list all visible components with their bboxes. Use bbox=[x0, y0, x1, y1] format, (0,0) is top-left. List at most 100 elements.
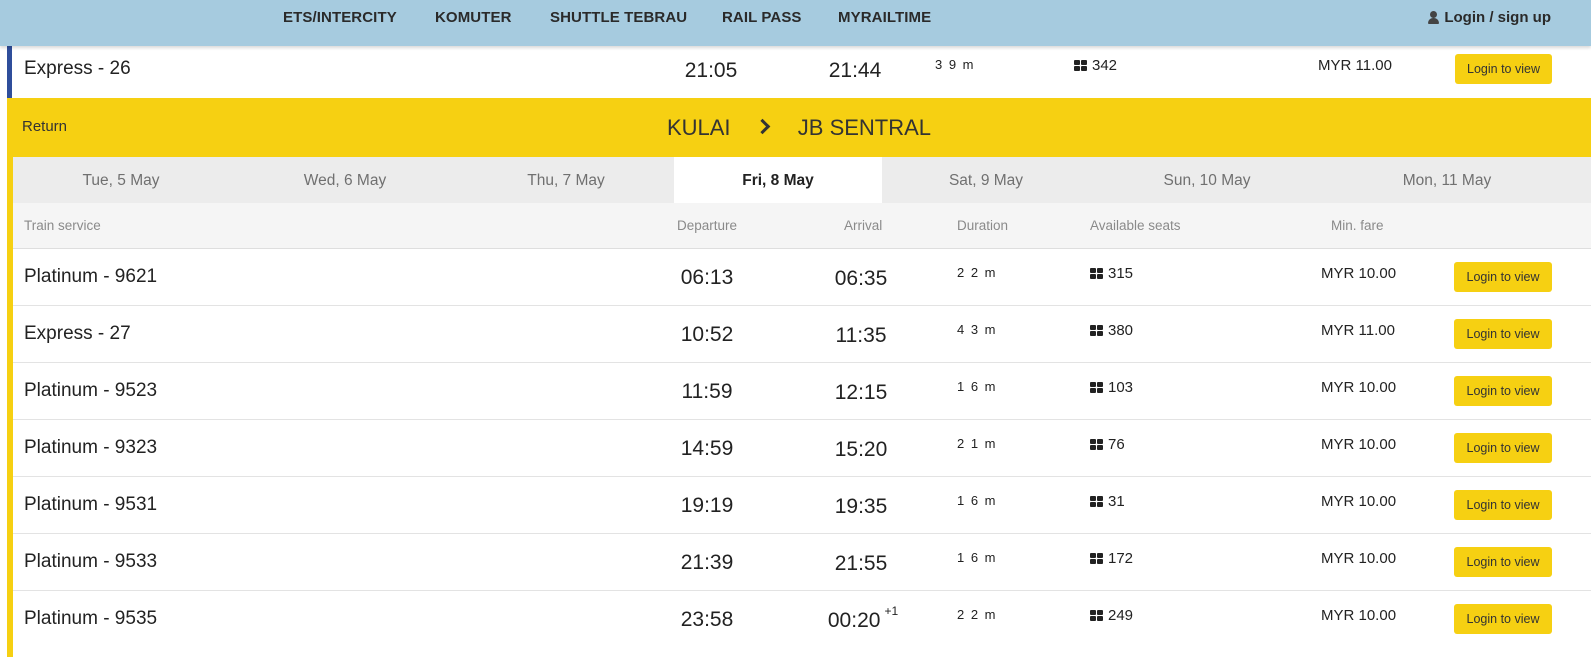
date-tab-thu-7-may[interactable]: Thu, 7 May bbox=[458, 157, 674, 203]
seat-count: 315 bbox=[1108, 265, 1134, 282]
date-tab-mon-11-may[interactable]: Mon, 11 May bbox=[1338, 157, 1556, 203]
arrival-time: 21:55 bbox=[823, 551, 903, 576]
arrival-time: 21:44 bbox=[828, 59, 882, 82]
arrival-time-value: 06:35 bbox=[834, 267, 888, 290]
login-to-view-button[interactable]: Login to view bbox=[1454, 319, 1552, 349]
available-seats: 315 bbox=[1090, 265, 1133, 282]
seat-icon bbox=[1090, 609, 1103, 622]
user-icon bbox=[1428, 11, 1440, 24]
origin-station: KULAI bbox=[666, 115, 731, 141]
column-header-available-seats: Available seats bbox=[1090, 218, 1181, 233]
duration: 3 9 m bbox=[935, 57, 976, 72]
login-to-view-button[interactable]: Login to view bbox=[1454, 376, 1552, 406]
nav-rail-pass[interactable]: RAIL PASS bbox=[722, 9, 802, 26]
column-header-min-fare: Min. fare bbox=[1331, 218, 1384, 233]
column-header-departure: Departure bbox=[677, 218, 738, 233]
table-row: Platinum - 9533 21:39 21:55 1 6 m 172 MY… bbox=[13, 534, 1591, 591]
duration: 1 6 m bbox=[957, 493, 998, 508]
top-navigation: ETS/INTERCITY KOMUTER SHUTTLE TEBRAU RAI… bbox=[0, 0, 1591, 46]
arrival-time-value: 21:55 bbox=[834, 552, 888, 575]
table-row: Platinum - 9323 14:59 15:20 2 1 m 76 MYR… bbox=[13, 420, 1591, 477]
arrival-time: 19:35 bbox=[823, 494, 903, 519]
date-tab-fri-8-may[interactable]: Fri, 8 May bbox=[674, 157, 882, 203]
arrival-time-value: 19:35 bbox=[834, 495, 888, 518]
table-row: Platinum - 9535 23:58 00:20 +1 2 2 m 249 … bbox=[13, 591, 1591, 657]
departure-time: 06:13 bbox=[680, 266, 734, 289]
seat-count: 249 bbox=[1108, 607, 1134, 624]
available-seats: 76 bbox=[1090, 436, 1125, 453]
date-tab-sat-9-may[interactable]: Sat, 9 May bbox=[882, 157, 1090, 203]
departure-time: 14:59 bbox=[680, 437, 734, 460]
login-to-view-button[interactable]: Login to view bbox=[1454, 547, 1552, 577]
date-tab-tue-5-may[interactable]: Tue, 5 May bbox=[13, 157, 229, 203]
chevron-right-icon bbox=[754, 118, 770, 134]
table-row: Platinum - 9621 06:13 06:35 2 2 m 315 MY… bbox=[13, 249, 1591, 306]
seat-count: 342 bbox=[1092, 57, 1118, 74]
available-seats: 103 bbox=[1090, 379, 1133, 396]
login-to-view-button[interactable]: Login to view bbox=[1454, 604, 1552, 634]
arrival-time: 11:35 bbox=[823, 323, 903, 348]
login-signup-label: Login / sign up bbox=[1444, 9, 1551, 26]
min-fare: MYR 10.00 bbox=[1321, 379, 1397, 396]
departure-section-bar bbox=[7, 46, 12, 98]
train-service-name: Platinum - 9533 bbox=[24, 551, 158, 572]
train-service-name: Express - 27 bbox=[24, 323, 131, 344]
seat-icon bbox=[1090, 267, 1103, 280]
train-service-name: Platinum - 9535 bbox=[24, 608, 158, 629]
arrival-time-value: 11:35 bbox=[835, 324, 887, 347]
min-fare: MYR 10.00 bbox=[1321, 607, 1397, 624]
arrival-time: 00:20 +1 bbox=[823, 604, 903, 633]
login-to-view-button[interactable]: Login to view bbox=[1454, 490, 1552, 520]
min-fare: MYR 11.00 bbox=[1318, 57, 1392, 74]
date-tab-wed-6-may[interactable]: Wed, 6 May bbox=[237, 157, 453, 203]
available-seats: 172 bbox=[1090, 550, 1133, 567]
duration: 1 6 m bbox=[957, 550, 998, 565]
departure-time: 23:58 bbox=[680, 608, 734, 631]
date-tab-sun-10-may[interactable]: Sun, 10 May bbox=[1100, 157, 1314, 203]
route-title: KULAI JB SENTRAL bbox=[7, 114, 1591, 141]
table-header: Train service Departure Arrival Duration… bbox=[13, 203, 1591, 249]
date-tabs: Tue, 5 May Wed, 6 May Thu, 7 May Fri, 8 … bbox=[13, 157, 1591, 203]
departure-time: 21:39 bbox=[680, 551, 734, 574]
train-service-name: Express - 26 bbox=[24, 58, 131, 79]
seat-count: 76 bbox=[1108, 436, 1125, 453]
return-header: Return KULAI JB SENTRAL bbox=[7, 98, 1591, 157]
seat-count: 31 bbox=[1108, 493, 1125, 510]
min-fare: MYR 10.00 bbox=[1321, 265, 1397, 282]
nav-komuter[interactable]: KOMUTER bbox=[435, 9, 512, 26]
previous-train-row: Express - 26 21:05 21:44 3 9 m 342 MYR 1… bbox=[0, 46, 1591, 98]
arrival-time: 06:35 bbox=[823, 266, 903, 291]
duration: 2 1 m bbox=[957, 436, 998, 451]
table-row: Platinum - 9523 11:59 12:15 1 6 m 103 MY… bbox=[13, 363, 1591, 420]
column-header-duration: Duration bbox=[957, 218, 1009, 233]
train-service-name: Platinum - 9523 bbox=[24, 380, 158, 401]
seat-count: 172 bbox=[1108, 550, 1134, 567]
seat-count: 103 bbox=[1108, 379, 1134, 396]
login-to-view-button[interactable]: Login to view bbox=[1454, 433, 1552, 463]
arrival-time-value: 12:15 bbox=[834, 381, 888, 404]
nav-shuttle-tebrau[interactable]: SHUTTLE TEBRAU bbox=[550, 9, 687, 26]
arrival-time: 15:20 bbox=[823, 437, 903, 462]
arrival-time: 12:15 bbox=[823, 380, 903, 405]
departure-time: 10:52 bbox=[680, 323, 734, 346]
next-day-indicator: +1 bbox=[884, 604, 899, 618]
available-seats: 31 bbox=[1090, 493, 1125, 510]
seat-icon bbox=[1090, 552, 1103, 565]
min-fare: MYR 11.00 bbox=[1321, 322, 1395, 339]
available-seats: 249 bbox=[1090, 607, 1133, 624]
departure-time: 11:59 bbox=[681, 380, 733, 403]
seat-icon bbox=[1090, 495, 1103, 508]
nav-ets-intercity[interactable]: ETS/INTERCITY bbox=[283, 9, 397, 26]
available-seats: 380 bbox=[1090, 322, 1133, 339]
available-seats: 342 bbox=[1074, 57, 1117, 74]
table-row: Platinum - 9531 19:19 19:35 1 6 m 31 MYR… bbox=[13, 477, 1591, 534]
login-signup-link[interactable]: Login / sign up bbox=[1428, 9, 1551, 26]
duration: 2 2 m bbox=[957, 607, 998, 622]
login-to-view-button[interactable]: Login to view bbox=[1454, 262, 1552, 292]
login-to-view-button[interactable]: Login to view bbox=[1455, 54, 1552, 84]
nav-myrailtime[interactable]: MYRAILTIME bbox=[838, 9, 931, 26]
departure-time: 21:05 bbox=[684, 59, 738, 82]
min-fare: MYR 10.00 bbox=[1321, 436, 1397, 453]
duration: 1 6 m bbox=[957, 379, 998, 394]
destination-station: JB SENTRAL bbox=[797, 115, 932, 141]
